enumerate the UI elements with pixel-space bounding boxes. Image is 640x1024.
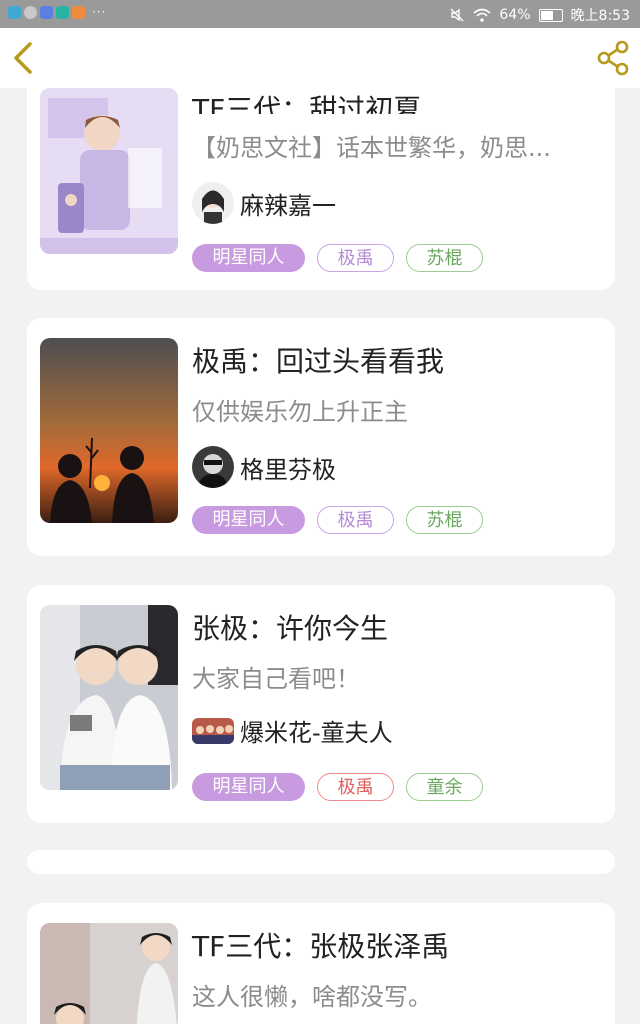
share-button[interactable] [596, 40, 632, 76]
work-description: 仅供娱乐勿上升正主 [192, 398, 408, 426]
work-author[interactable]: 麻辣嘉一 [192, 182, 336, 224]
tag-category[interactable]: 明星同人 [192, 506, 305, 534]
work-card[interactable]: 极禹：回过头看看我 仅供娱乐勿上升正主 格里芬极 明星同人 极禹 苏棍 [27, 318, 615, 556]
more-notifications-icon: ··· [92, 5, 107, 19]
back-button[interactable] [8, 40, 40, 76]
work-description: 这人很懒，啥都没写。 [192, 983, 432, 1011]
empty-card [27, 850, 615, 874]
tag-pairing[interactable]: 苏棍 [406, 506, 483, 534]
work-author[interactable]: 格里芬极 [192, 446, 336, 488]
work-card[interactable]: TF三代：甜过初夏 【奶思文社】话本世繁华，奶思... 麻辣嘉一 明星同人 极禹… [27, 88, 615, 290]
work-description: 大家自己看吧！ [192, 665, 360, 693]
work-title[interactable]: TF三代：甜过初夏 [192, 88, 421, 114]
avatar [192, 717, 234, 744]
wifi-icon [473, 8, 491, 22]
store-app-icon [72, 5, 85, 19]
author-name: 格里芬极 [240, 455, 336, 484]
tag-list: 明星同人 极禹 童余 [192, 773, 483, 801]
works-list[interactable]: TF三代：甜过初夏 【奶思文社】话本世繁华，奶思... 麻辣嘉一 明星同人 极禹… [0, 88, 640, 1024]
share-icon [597, 40, 629, 76]
tag-pairing[interactable]: 极禹 [317, 506, 394, 534]
work-title[interactable]: TF三代：张极张泽禹 [192, 925, 449, 965]
mute-icon [450, 8, 464, 22]
top-bar [0, 28, 640, 88]
work-card[interactable]: 张极：许你今生 大家自己看吧！ 爆米花-童夫人 明星同人 极禹 童余 [27, 585, 615, 823]
avatar [192, 446, 234, 488]
work-title[interactable]: 极禹：回过头看看我 [192, 340, 444, 380]
system-status: 64% 晚上8:53 [449, 5, 630, 25]
work-cover-image[interactable] [40, 88, 178, 254]
shield-app-icon [8, 5, 21, 19]
chevron-left-icon [14, 42, 32, 74]
tag-pairing[interactable]: 苏棍 [406, 244, 483, 272]
tag-pairing[interactable]: 极禹 [317, 773, 394, 801]
work-card[interactable]: TF三代：张极张泽禹 这人很懒，啥都没写。 [27, 903, 615, 1024]
tag-list: 明星同人 极禹 苏棍 [192, 244, 483, 272]
work-cover-image[interactable] [40, 338, 178, 523]
battery-icon [538, 8, 563, 22]
work-title[interactable]: 张极：许你今生 [192, 607, 388, 647]
phone-app-icon [56, 5, 69, 19]
author-name: 爆米花-童夫人 [240, 719, 393, 747]
tag-category[interactable]: 明星同人 [192, 244, 305, 272]
tag-list: 明星同人 极禹 苏棍 [192, 506, 483, 534]
tag-category[interactable]: 明星同人 [192, 773, 305, 801]
music-app-icon [40, 5, 53, 19]
work-cover-image[interactable] [40, 923, 178, 1024]
notification-icons: ··· [8, 5, 106, 19]
work-description: 【奶思文社】话本世繁华，奶思... [192, 134, 551, 162]
work-cover-image[interactable] [40, 605, 178, 790]
author-name: 麻辣嘉一 [240, 191, 336, 220]
tag-pairing[interactable]: 极禹 [317, 244, 394, 272]
battery-percent: 64% [499, 7, 531, 23]
clock: 晚上8:53 [570, 8, 630, 24]
qq-app-icon [24, 5, 37, 19]
avatar [192, 182, 234, 224]
work-author[interactable]: 爆米花-童夫人 [192, 713, 393, 748]
tag-pairing[interactable]: 童余 [406, 773, 483, 801]
status-bar: ··· 64% 晚上8:53 [0, 0, 640, 28]
